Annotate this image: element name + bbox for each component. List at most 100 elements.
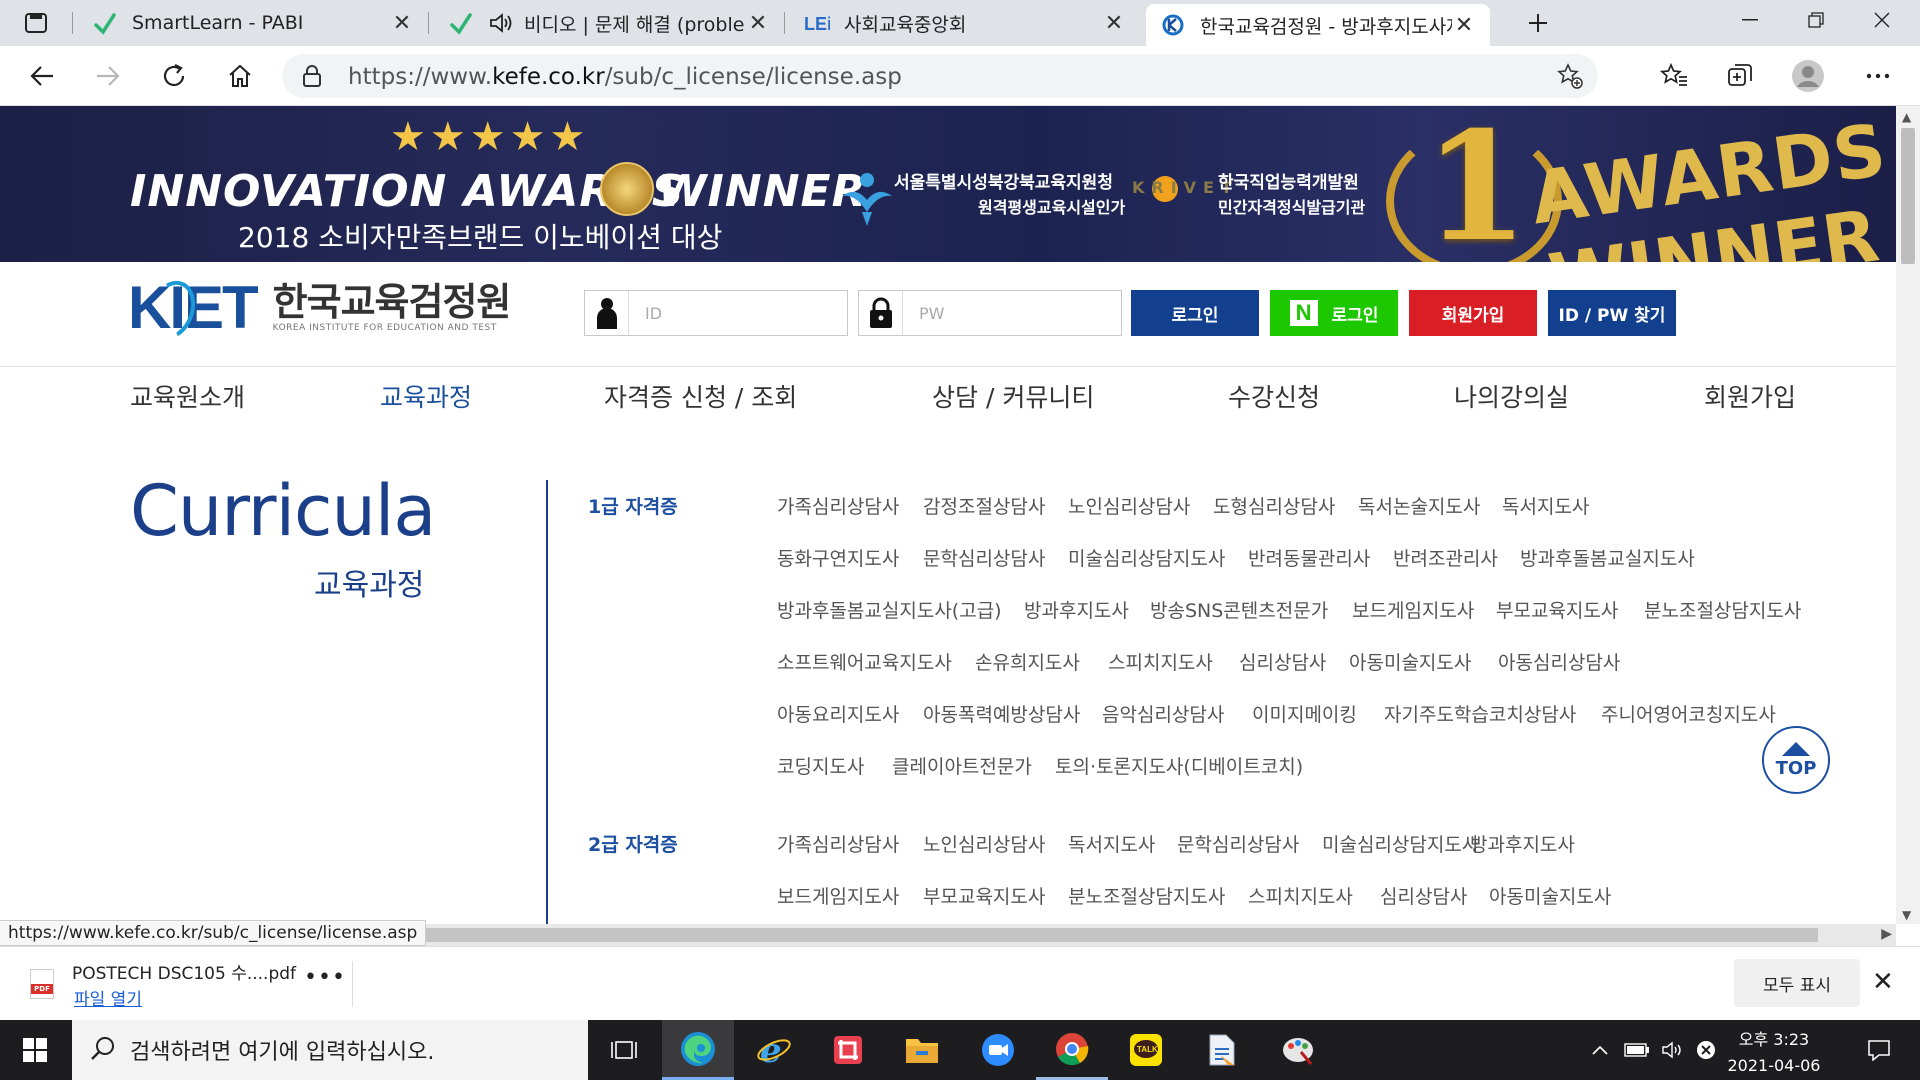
grade1-course-link[interactable]: 손유희지도사 (975, 648, 1080, 675)
nav-item-1[interactable]: 교육원소개 (130, 378, 245, 414)
home-icon[interactable] (218, 56, 262, 96)
tab-actions-icon[interactable] (14, 8, 58, 38)
paint-app-icon[interactable] (1262, 1020, 1334, 1080)
download-filename[interactable]: POSTECH DSC105 수....pdf (72, 959, 296, 984)
id-field[interactable] (584, 290, 848, 336)
nav-item-3[interactable]: 자격증 신청 / 조회 (604, 378, 797, 414)
grade1-course-link[interactable]: 동화구연지도사 (777, 544, 899, 571)
grade2-course-link[interactable]: 문학심리상담사 (1177, 830, 1299, 857)
grade1-course-link[interactable]: 보드게임지도사 (1352, 596, 1474, 623)
pw-input[interactable] (903, 303, 1103, 323)
grade1-course-link[interactable]: 분노조절상담지도사 (1644, 596, 1801, 623)
grade1-course-link[interactable]: 독서논술지도사 (1358, 492, 1480, 519)
scroll-up-icon[interactable]: ▲ (1902, 110, 1911, 124)
grade2-course-link[interactable]: 미술심리상담지도사 (1322, 830, 1479, 857)
profile-avatar-icon[interactable] (1786, 56, 1830, 96)
site-logo[interactable]: KIET 한국교육검정원 KOREA INSTITUTE FOR EDUCATI… (128, 272, 511, 346)
minimize-icon[interactable] (1720, 0, 1780, 40)
grade1-course-link[interactable]: 문학심리상담사 (923, 544, 1045, 571)
grade1-course-link[interactable]: 심리상담사 (1239, 648, 1326, 675)
network-disconnected-icon[interactable] (1692, 1020, 1720, 1080)
speaker-icon[interactable] (488, 10, 514, 36)
nav-item-5[interactable]: 수강신청 (1228, 378, 1320, 414)
favorites-icon[interactable] (1652, 56, 1696, 96)
grade2-course-link[interactable]: 스피치지도사 (1248, 882, 1353, 909)
scroll-top-button[interactable]: TOP (1762, 726, 1830, 794)
grade1-course-link[interactable]: 음악심리상담사 (1102, 700, 1224, 727)
tab-close-icon[interactable]: ✕ (1102, 11, 1126, 36)
grade1-course-link[interactable]: 반려조관리사 (1393, 544, 1498, 571)
taskbar-search[interactable]: 검색하려면 여기에 입력하십시오. (72, 1020, 588, 1080)
volume-icon[interactable] (1658, 1020, 1688, 1080)
scroll-right-icon[interactable]: ▶ (1881, 926, 1892, 942)
grade2-course-link[interactable]: 노인심리상담사 (923, 830, 1045, 857)
id-input[interactable] (629, 303, 829, 323)
forward-icon[interactable] (86, 56, 130, 96)
grade1-course-link[interactable]: 이미지메이킹 (1252, 700, 1357, 727)
naver-login-button[interactable]: N 로그인 (1270, 290, 1398, 336)
grade2-course-link[interactable]: 아동미술지도사 (1489, 882, 1611, 909)
snip-tool-icon[interactable] (812, 1020, 884, 1080)
grade1-course-link[interactable]: 클레이아트전문가 (892, 752, 1032, 779)
grade1-course-link[interactable]: 방송SNS콘텐츠전문가 (1150, 596, 1328, 623)
grade1-course-link[interactable]: 감정조절상담사 (923, 492, 1045, 519)
chrome-icon[interactable] (1036, 1020, 1108, 1080)
nav-item-2[interactable]: 교육과정 (380, 378, 472, 414)
edge-taskbar-icon[interactable] (662, 1020, 734, 1080)
new-tab-icon[interactable] (1520, 7, 1556, 39)
awards-banner[interactable]: ★★★★★ INNOVATION AWARDS WINNER 2018 소비자만… (0, 106, 1896, 262)
nav-item-4[interactable]: 상담 / 커뮤니티 (932, 378, 1094, 414)
show-all-button[interactable]: 모두 표시 (1734, 959, 1860, 1007)
grade1-course-link[interactable]: 토의·토론지도사(디베이트코치) (1055, 752, 1303, 779)
close-window-icon[interactable] (1852, 0, 1912, 40)
grade1-course-link[interactable]: 주니어영어코칭지도사 (1601, 700, 1776, 727)
tab-smartlearn[interactable]: SmartLearn - PABI ✕ (78, 0, 428, 46)
grade1-course-link[interactable]: 독서지도사 (1502, 492, 1589, 519)
tab-close-icon[interactable]: ✕ (390, 11, 414, 36)
login-button[interactable]: 로그인 (1131, 290, 1259, 336)
document-app-icon[interactable] (1186, 1020, 1258, 1080)
zoom-icon[interactable] (962, 1020, 1034, 1080)
restore-icon[interactable] (1786, 0, 1846, 40)
grade2-course-link[interactable]: 독서지도사 (1068, 830, 1155, 857)
back-icon[interactable] (20, 56, 64, 96)
tab-social-edu[interactable]: LEi 사회교육중앙회 ✕ (790, 0, 1140, 46)
grade1-course-link[interactable]: 방과후지도사 (1024, 596, 1129, 623)
file-explorer-icon[interactable] (886, 1020, 958, 1080)
grade1-course-link[interactable]: 노인심리상담사 (1068, 492, 1190, 519)
horizontal-scroll-thumb[interactable] (398, 928, 1818, 942)
tray-overflow-icon[interactable] (1586, 1020, 1614, 1080)
tab-close-icon[interactable]: ✕ (1452, 13, 1476, 38)
grade1-course-link[interactable]: 아동심리상담사 (1498, 648, 1620, 675)
vertical-scrollbar[interactable]: ▲ ▼ (1896, 106, 1920, 924)
grade1-course-link[interactable]: 방과후돌봄교실지도사(고급) (777, 596, 1002, 623)
taskbar-clock[interactable]: 오후 3:23 2021-04-06 (1718, 1026, 1830, 1075)
grade1-course-link[interactable]: 자기주도학습코치상담사 (1384, 700, 1576, 727)
grade1-course-link[interactable]: 부모교육지도사 (1496, 596, 1618, 623)
task-view-icon[interactable] (588, 1020, 660, 1080)
grade2-course-link[interactable]: 심리상담사 (1380, 882, 1467, 909)
grade1-course-link[interactable]: 방과후돌봄교실지도사 (1520, 544, 1695, 571)
grade1-course-link[interactable]: 가족심리상담사 (777, 492, 899, 519)
refresh-icon[interactable] (152, 56, 196, 96)
tab-kefe[interactable]: 한국교육검정원 - 방과후지도사자 ✕ (1146, 4, 1490, 46)
grade2-course-link[interactable]: 보드게임지도사 (777, 882, 899, 909)
grade1-course-link[interactable]: 아동폭력예방상담사 (923, 700, 1080, 727)
notification-center-icon[interactable] (1854, 1020, 1904, 1080)
tab-video[interactable]: 비디오 | 문제 해결 (problem ✕ (434, 0, 784, 46)
grade1-course-link[interactable]: 미술심리상담지도사 (1068, 544, 1225, 571)
grade2-course-link[interactable]: 방과후지도사 (1470, 830, 1575, 857)
windows-start-icon[interactable] (0, 1020, 70, 1080)
vertical-scroll-thumb[interactable] (1901, 128, 1915, 264)
grade1-course-link[interactable]: 도형심리상담사 (1213, 492, 1335, 519)
grade1-course-link[interactable]: 아동요리지도사 (777, 700, 899, 727)
close-download-bar-icon[interactable]: ✕ (1872, 967, 1894, 997)
kakaotalk-icon[interactable]: TALK (1110, 1020, 1182, 1080)
battery-icon[interactable] (1622, 1020, 1652, 1080)
join-button[interactable]: 회원가입 (1409, 290, 1537, 336)
grade1-course-link[interactable]: 코딩지도사 (777, 752, 864, 779)
address-bar[interactable]: https://www.kefe.co.kr/sub/c_license/lic… (282, 54, 1598, 98)
scroll-down-icon[interactable]: ▼ (1902, 908, 1911, 922)
nav-item-6[interactable]: 나의강의실 (1454, 378, 1569, 414)
grade1-course-link[interactable]: 아동미술지도사 (1349, 648, 1471, 675)
